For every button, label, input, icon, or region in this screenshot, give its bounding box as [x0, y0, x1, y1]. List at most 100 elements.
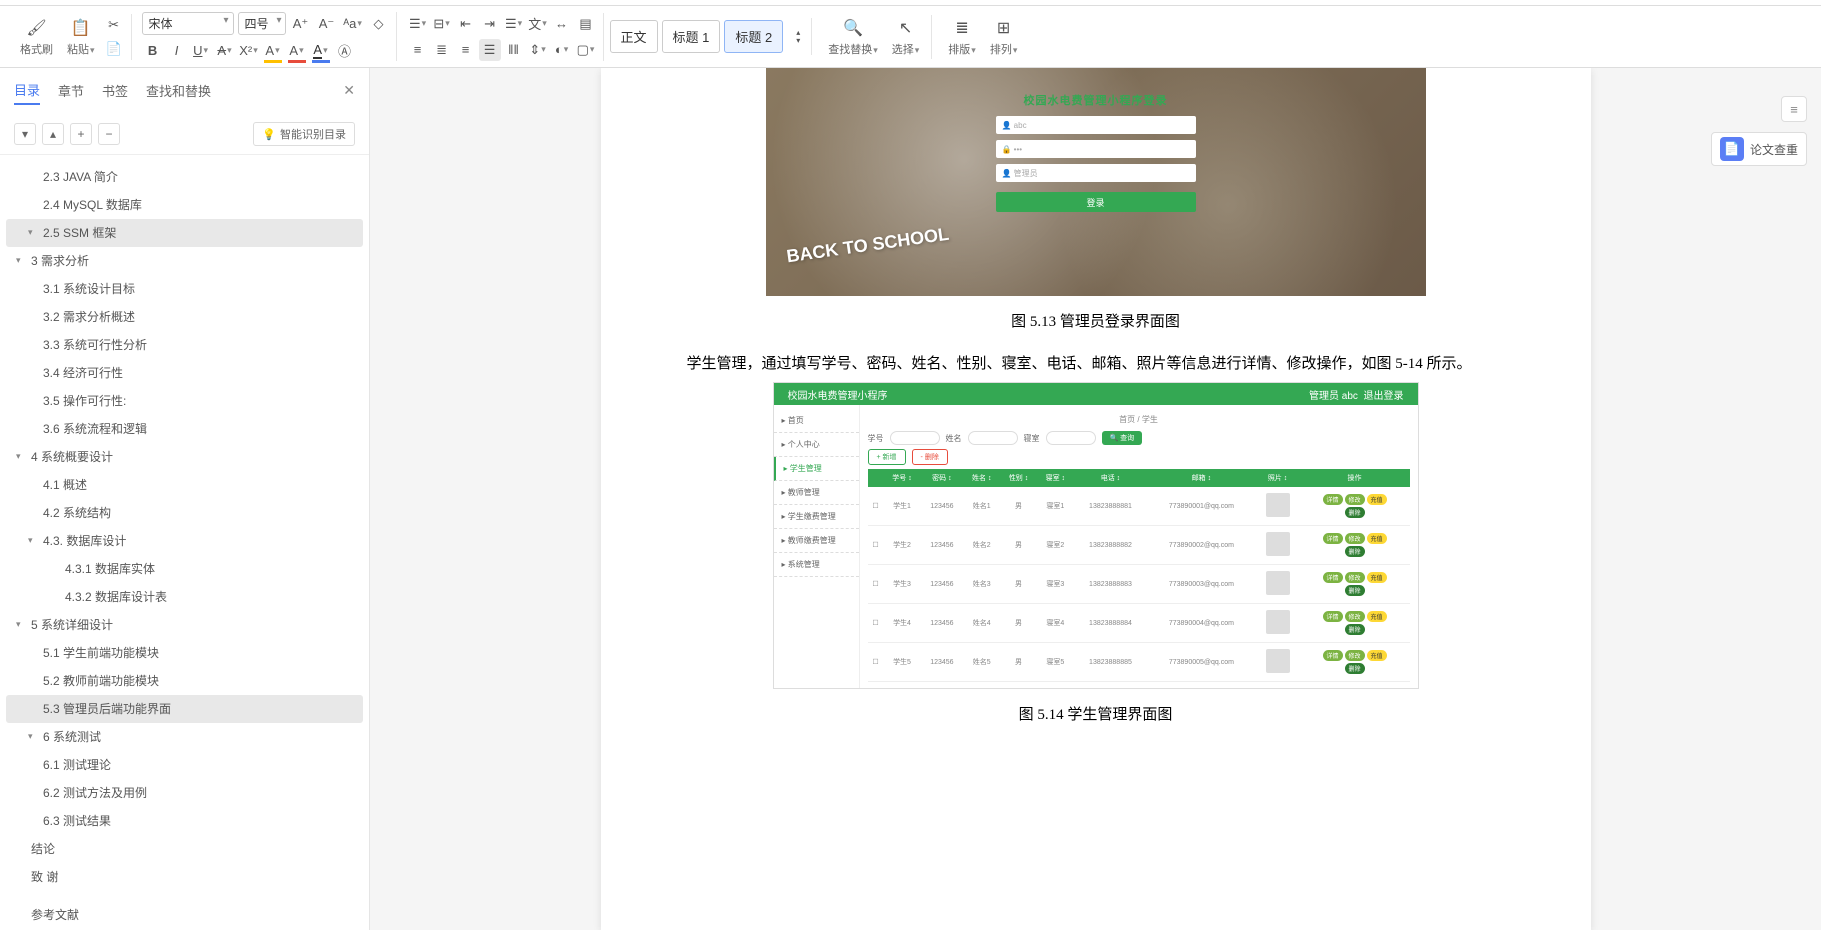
add-heading-button[interactable]: + [70, 123, 92, 145]
clear-format-button[interactable]: ◇ [368, 13, 390, 35]
tab-bookmarks[interactable]: 书签 [102, 77, 128, 104]
bullet-list-button[interactable]: ☰▾ [407, 13, 429, 35]
arrange-button[interactable]: ⊞ 排列▾ [984, 15, 1024, 59]
strike-button[interactable]: A▾ [214, 39, 236, 61]
toc-item[interactable]: 4.1 概述 [6, 471, 363, 499]
toc-item[interactable]: 3.6 系统流程和逻辑 [6, 415, 363, 443]
toc-item[interactable]: 3.1 系统设计目标 [6, 275, 363, 303]
copy-button[interactable]: 📄 [103, 38, 125, 60]
toc-item[interactable]: 5.2 教师前端功能模块 [6, 667, 363, 695]
toc-item[interactable]: ▾4 系统概要设计 [6, 443, 363, 471]
align-left-button[interactable]: ≡ [407, 39, 429, 61]
find-replace-button[interactable]: 🔍 查找替换▾ [822, 15, 884, 59]
toc-item[interactable]: 4.2 系统结构 [6, 499, 363, 527]
expand-button[interactable]: ▾ [14, 123, 36, 145]
toc-item[interactable]: ▾6 系统测试 [6, 723, 363, 751]
tab-toc[interactable]: 目录 [14, 76, 40, 105]
toc-item[interactable]: 3.3 系统可行性分析 [6, 331, 363, 359]
check-icon: 📄 [1720, 137, 1744, 161]
format-brush-button[interactable]: 🖌 格式刷 [14, 15, 59, 59]
toc-item[interactable]: ▾3 需求分析 [6, 247, 363, 275]
increase-font-button[interactable]: A⁺ [290, 13, 312, 35]
shading-button[interactable]: ◐▾ [551, 39, 573, 61]
font-family-select[interactable]: 宋体 [142, 12, 234, 35]
toc-item[interactable]: ▾2.5 SSM 框架 [6, 219, 363, 247]
rail-collapse-button[interactable]: ≡ [1781, 96, 1807, 122]
del-button: - 删除 [912, 449, 948, 465]
italic-button[interactable]: I [166, 39, 188, 61]
select-button[interactable]: ↖ 选择▾ [886, 15, 926, 59]
tab-chapters[interactable]: 章节 [58, 77, 84, 104]
toc-item[interactable]: 3.2 需求分析概述 [6, 303, 363, 331]
text-effect-button[interactable]: A▾ [286, 39, 308, 61]
smart-toc-button[interactable]: 💡智能识别目录 [253, 122, 355, 146]
toc-item[interactable]: 2.3 JAVA 简介 [6, 163, 363, 191]
toc-item[interactable]: 6.1 测试理论 [6, 751, 363, 779]
increase-indent-button[interactable]: ⇥ [479, 13, 501, 35]
brush-icon: 🖌 [26, 17, 48, 39]
number-list-button[interactable]: ⊟▾ [431, 13, 453, 35]
toc-item[interactable]: 3.4 经济可行性 [6, 359, 363, 387]
ribbon-toolbar: 🖌 格式刷 📋 粘贴▾ ✂ 📄 宋体 四号 A⁺ A⁻ ᴬa▾ ◇ B I U▾… [0, 6, 1821, 68]
sidebar-item: ▸ 学生管理 [774, 457, 859, 481]
toc-item[interactable]: 5.3 管理员后端功能界面 [6, 695, 363, 723]
nav-tabs: 目录 章节 书签 查找和替换 ✕ [0, 68, 369, 114]
close-nav-button[interactable]: ✕ [343, 82, 355, 99]
paragraph-text: 学生管理，通过填写学号、密码、姓名、性别、寝室、电话、邮箱、照片等信息进行详情、… [601, 341, 1591, 382]
decrease-font-button[interactable]: A⁻ [316, 13, 338, 35]
toc-item[interactable]: 4.3.1 数据库实体 [6, 555, 363, 583]
underline-button[interactable]: U▾ [190, 39, 212, 61]
toc-item[interactable]: 2.4 MySQL 数据库 [6, 191, 363, 219]
line-spacing-button[interactable]: ▤ [575, 13, 597, 35]
border-button[interactable]: ▢▾ [575, 39, 597, 61]
superscript-button[interactable]: X²▾ [238, 39, 260, 61]
paste-button[interactable]: 📋 粘贴▾ [61, 15, 101, 59]
sidebar-item: ▸ 系统管理 [774, 553, 859, 577]
figure-admin-screenshot: 校园水电费管理小程序 管理员 abc 退出登录 ▸ 首页▸ 个人中心▸ 学生管理… [773, 382, 1419, 689]
style-h1[interactable]: 标题 1 [662, 20, 721, 53]
style-h2[interactable]: 标题 2 [724, 20, 783, 53]
text-direction-button[interactable]: 文▾ [527, 13, 549, 35]
toc-item[interactable] [6, 891, 363, 901]
toc-item[interactable]: 参考文献 [6, 901, 363, 929]
highlight-button[interactable]: A▾ [262, 39, 284, 61]
decrease-indent-button[interactable]: ⇤ [455, 13, 477, 35]
paste-label: 粘贴▾ [67, 41, 95, 57]
styles-dropdown[interactable]: ▴▾ [787, 26, 809, 48]
clipboard-icon: 📋 [70, 17, 92, 39]
indent-button[interactable]: ☰▾ [503, 13, 525, 35]
toc-item[interactable]: ▾5 系统详细设计 [6, 611, 363, 639]
toc-item[interactable]: 5.1 学生前端功能模块 [6, 639, 363, 667]
distribute-button[interactable]: ‖‖ [503, 39, 525, 61]
toc-item[interactable]: 3.5 操作可行性: [6, 387, 363, 415]
tab-find[interactable]: 查找和替换 [146, 77, 211, 104]
style-normal[interactable]: 正文 [610, 20, 658, 53]
toc-item[interactable]: 结论 [6, 835, 363, 863]
char-spacing-button[interactable]: ↔ [551, 13, 573, 35]
align-center-button[interactable]: ≣ [431, 39, 453, 61]
circled-char-button[interactable]: Ⓐ [334, 39, 356, 61]
remove-heading-button[interactable]: − [98, 123, 120, 145]
align-right-button[interactable]: ≡ [455, 39, 477, 61]
toc-item[interactable]: 致 谢 [6, 863, 363, 891]
toc-item[interactable]: 6.2 测试方法及用例 [6, 779, 363, 807]
document-area[interactable]: BACK TO SCHOOL 校园水电费管理小程序登录 👤 abc 🔒 ••• … [370, 68, 1821, 930]
font-color-button[interactable]: A▾ [310, 39, 332, 61]
bold-button[interactable]: B [142, 39, 164, 61]
login-title: 校园水电费管理小程序登录 [996, 92, 1196, 108]
layout-button[interactable]: ≣ 排版▾ [942, 15, 982, 59]
font-size-select[interactable]: 四号 [238, 12, 286, 35]
right-rail: ≡ 📄 论文查重 [1711, 96, 1807, 166]
login-role-input: 👤 管理员 [996, 164, 1196, 182]
change-case-button[interactable]: ᴬa▾ [342, 13, 364, 35]
cut-button[interactable]: ✂ [103, 14, 125, 36]
figure-caption-2: 图 5.14 学生管理界面图 [601, 703, 1591, 724]
sidebar-item: ▸ 教师缴费管理 [774, 529, 859, 553]
toc-item[interactable]: ▾4.3. 数据库设计 [6, 527, 363, 555]
toc-item[interactable]: 6.3 测试结果 [6, 807, 363, 835]
align-justify-button[interactable]: ☰ [479, 39, 501, 61]
line-height-button[interactable]: ⇕▾ [527, 39, 549, 61]
toc-item[interactable]: 4.3.2 数据库设计表 [6, 583, 363, 611]
collapse-button[interactable]: ▴ [42, 123, 64, 145]
paper-check-button[interactable]: 📄 论文查重 [1711, 132, 1807, 166]
